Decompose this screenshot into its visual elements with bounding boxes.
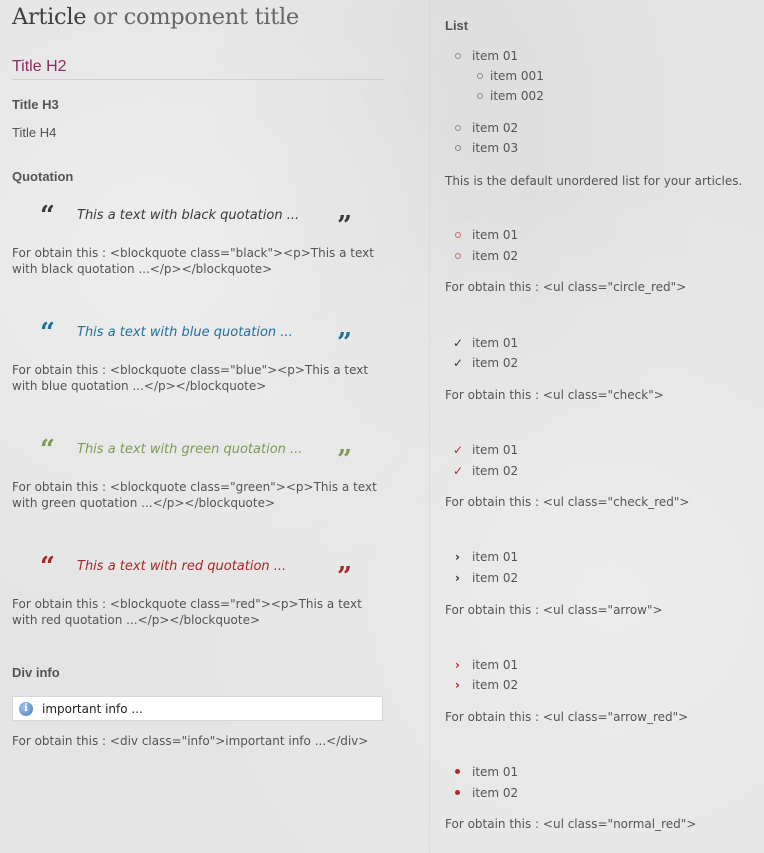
open-quote-icon: “ [40,318,55,348]
code-line: with green quotation ...</p></blockquote… [12,496,276,510]
check-red-note: For obtain this : <ul class="check_red"> [445,495,690,509]
list-item: item 02 [472,571,519,585]
circle-bullet-icon [455,145,461,151]
quote-code-red: For obtain this : <blockquote class="red… [12,596,392,628]
div-info-heading: Div info [12,665,60,680]
list-item: item 001 [490,69,544,83]
list-item: item 02 [472,464,519,478]
code-line: For obtain this : <blockquote class="gre… [12,480,377,494]
arrow-note: For obtain this : <ul class="arrow"> [445,603,663,617]
list-item: item 002 [490,89,544,103]
title-h2: Title H2 [12,58,67,75]
list-item: item 01 [472,336,519,350]
list-item: item 02 [472,121,519,135]
quotation-heading: Quotation [12,169,74,184]
list-item: item 01 [472,658,519,672]
quote-text: This a text with black quotation ... [77,208,300,223]
code-line: with red quotation ...</p></blockquote> [12,613,261,627]
blockquote-black: “ This a text with black quotation ... ” [40,201,360,241]
code-line: For obtain this : <blockquote class="blu… [12,363,369,377]
list-item: item 01 [472,228,519,242]
dot-red-bullet-icon [455,769,460,774]
circle-bullet-icon [477,93,483,99]
check-icon: ✓ [453,356,464,370]
check-icon: ✓ [453,336,464,350]
open-quote-icon: “ [40,201,55,231]
title-h4: Title H4 [12,125,57,140]
info-box: i important info ... [12,696,383,721]
close-quote-icon: ” [337,211,352,241]
arrow-red-note: For obtain this : <ul class="arrow_red"> [445,710,689,724]
quote-text: This a text with green quotation ... [77,442,303,457]
chevron-right-icon: › [455,571,460,585]
column-divider [429,0,430,853]
open-quote-icon: “ [40,435,55,465]
code-line: with blue quotation ...</p></blockquote> [12,379,267,393]
close-quote-icon: ” [337,562,352,592]
default-list-note: This is the default unordered list for y… [445,174,743,188]
circle-red-bullet-icon [455,253,461,259]
chevron-right-icon: › [455,550,460,564]
list-item: item 01 [472,765,519,779]
blockquote-red: “ This a text with red quotation ... ” [40,552,360,592]
list-heading: List [445,18,469,33]
code-line: with black quotation ...</p></blockquote… [12,262,273,276]
normal-red-note: For obtain this : <ul class="normal_red"… [445,817,697,831]
open-quote-icon: “ [40,552,55,582]
dot-red-bullet-icon [455,790,460,795]
circle-red-note: For obtain this : <ul class="circle_red"… [445,280,687,294]
info-text: important info ... [42,702,143,716]
quote-text: This a text with blue quotation ... [77,325,293,340]
list-item: item 01 [472,443,519,457]
check-red-icon: ✓ [453,443,464,457]
circle-bullet-icon [455,53,461,59]
quote-code-green: For obtain this : <blockquote class="gre… [12,479,392,511]
circle-red-bullet-icon [455,232,461,238]
list-item: item 02 [472,249,519,263]
list-item: item 02 [472,678,519,692]
circle-bullet-icon [477,73,483,79]
check-red-icon: ✓ [453,464,464,478]
quote-code-blue: For obtain this : <blockquote class="blu… [12,362,392,394]
code-line: For obtain this : <blockquote class="bla… [12,246,374,260]
title-h3: Title H3 [12,97,59,112]
chevron-right-red-icon: › [455,658,460,672]
close-quote-icon: ” [337,328,352,358]
list-item: item 01 [472,550,519,564]
circle-bullet-icon [455,125,461,131]
h2-underline [12,79,384,80]
list-item: item 02 [472,786,519,800]
close-quote-icon: ” [337,445,352,475]
info-code: For obtain this : <div class="info">impo… [12,734,369,748]
page-title: Article or component title [12,4,299,30]
quote-text: This a text with red quotation ... [77,559,287,574]
list-item: item 02 [472,356,519,370]
chevron-right-red-icon: › [455,678,460,692]
blockquote-green: “ This a text with green quotation ... ” [40,435,360,475]
code-line: For obtain this : <blockquote class="red… [12,597,362,611]
list-item: item 01 [472,49,519,63]
check-note: For obtain this : <ul class="check"> [445,388,664,402]
info-icon: i [19,702,33,716]
blockquote-blue: “ This a text with blue quotation ... ” [40,318,360,358]
list-item: item 03 [472,141,519,155]
quote-code-black: For obtain this : <blockquote class="bla… [12,245,392,277]
